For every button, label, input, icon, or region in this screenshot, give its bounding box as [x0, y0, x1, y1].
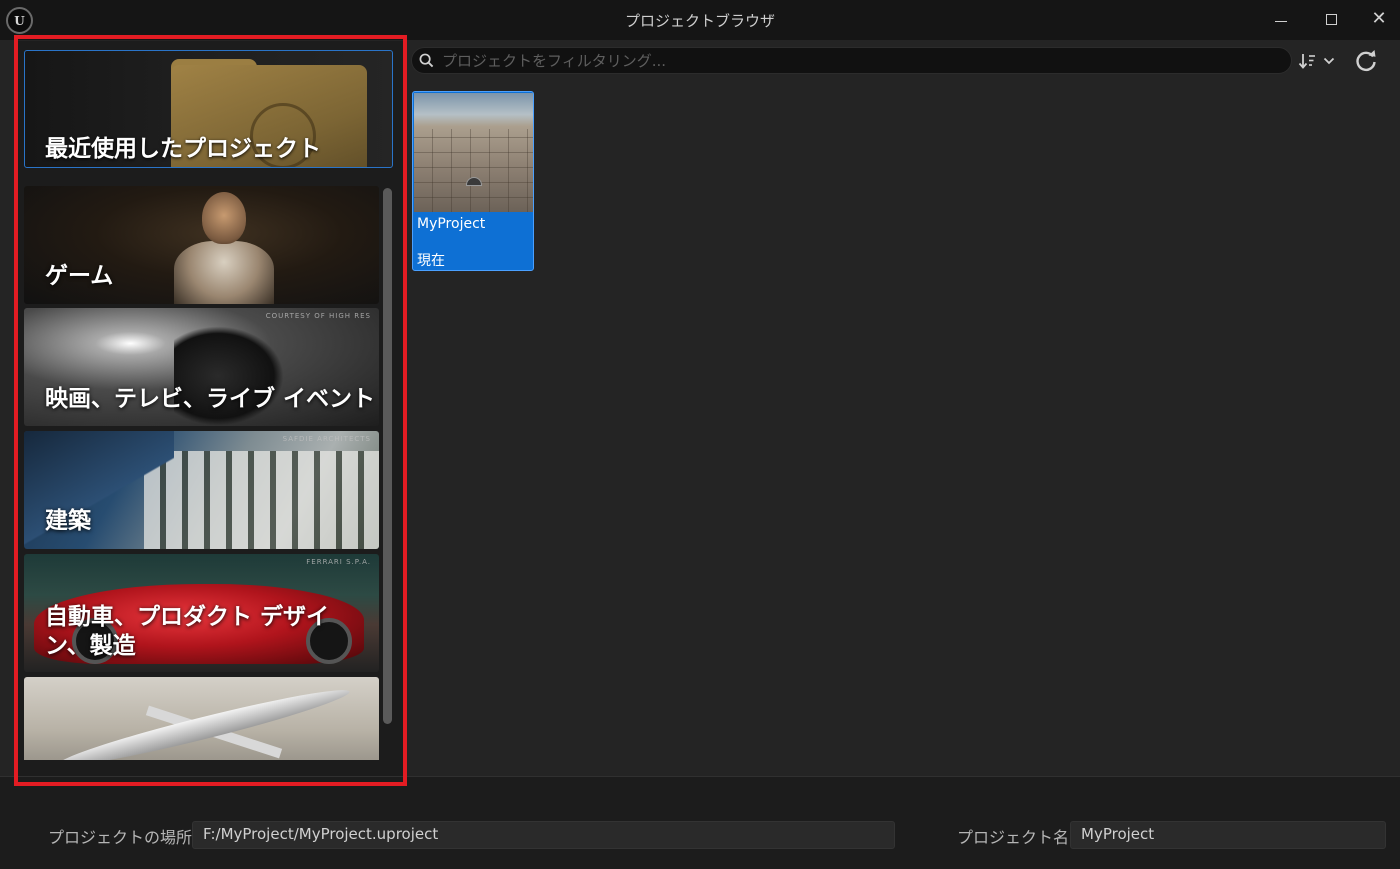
category-label: ゲーム [45, 263, 114, 289]
player-start-icon [466, 177, 482, 186]
search-icon [419, 53, 434, 68]
airplane-image [55, 681, 353, 760]
footer-bar: プロジェクトの場所 F:/MyProject/MyProject.uprojec… [0, 776, 1400, 869]
category-list: ゲーム COURTESY OF HIGH RES 映画、テレビ、ライブ イベント… [24, 186, 380, 760]
project-location-field[interactable]: F:/MyProject/MyProject.uproject [192, 821, 895, 849]
category-label: 建築 [45, 508, 91, 534]
recent-projects-card[interactable]: 最近使用したプロジェクト [24, 50, 393, 168]
maximize-icon [1325, 13, 1337, 25]
image-credit: FERRARI S.P.A. [306, 558, 371, 566]
category-label: 自動車、プロダクト デザイン、製造 [45, 604, 330, 659]
thumbnail-floor-grid [414, 129, 533, 212]
category-label: 映画、テレビ、ライブ イベント [45, 386, 376, 412]
title-bar: U プロジェクトブラウザ ✕ [0, 0, 1400, 40]
chevron-down-icon [1323, 57, 1335, 65]
game-character-head [202, 192, 246, 244]
refresh-icon[interactable] [1352, 47, 1380, 75]
recent-projects-label: 最近使用したプロジェクト [45, 136, 321, 162]
close-icon: ✕ [1371, 8, 1387, 29]
sort-icon [1298, 54, 1315, 69]
minimize-icon [1275, 20, 1287, 22]
building-image [144, 451, 379, 549]
project-thumbnail [414, 93, 533, 212]
category-games[interactable]: ゲーム [24, 186, 379, 304]
game-character-image [174, 241, 274, 304]
minimize-button[interactable] [1266, 6, 1296, 32]
image-credit: SAFDIE ARCHITECTS [282, 435, 371, 443]
category-automotive[interactable]: FERRARI S.P.A. 自動車、プロダクト デザイン、製造 [24, 554, 379, 672]
close-button[interactable]: ✕ [1364, 6, 1394, 32]
sort-button[interactable] [1298, 48, 1342, 74]
category-architecture[interactable]: SAFDIE ARCHITECTS 建築 [24, 431, 379, 549]
project-tile-myproject[interactable]: MyProject 現在 [412, 91, 534, 271]
project-name: MyProject [417, 216, 486, 232]
search-input[interactable] [442, 51, 1282, 71]
project-name-field[interactable]: MyProject [1070, 821, 1386, 849]
image-credit: COURTESY OF HIGH RES [265, 312, 371, 320]
project-version: 現在 [417, 253, 445, 269]
maximize-button[interactable] [1316, 6, 1346, 32]
project-name-label: プロジェクト名 [957, 828, 1070, 847]
window-title: プロジェクトブラウザ [624, 12, 775, 30]
category-film-tv-live[interactable]: COURTESY OF HIGH RES 映画、テレビ、ライブ イベント [24, 308, 379, 426]
scrollbar-thumb[interactable] [383, 188, 392, 724]
project-location-label: プロジェクトの場所 [48, 828, 193, 847]
category-scrollbar[interactable] [383, 186, 392, 760]
category-aerospace[interactable] [24, 677, 379, 760]
project-filter-search[interactable] [411, 47, 1292, 74]
